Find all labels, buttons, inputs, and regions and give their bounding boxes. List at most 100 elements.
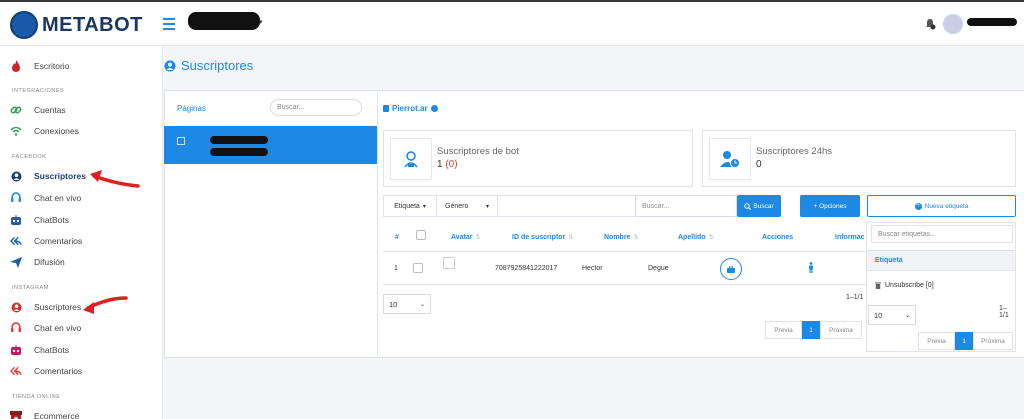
pagination-previous[interactable]: Previa [765,321,802,339]
sidebar-item-label: ChatBots [34,215,69,225]
tag-list-item[interactable]: Unsubscribe [0] [875,282,934,289]
sidebar-item-ig-chat[interactable]: Chat en vivo [10,320,81,336]
tag-pagination-next[interactable]: Próxima [973,332,1013,350]
section-tienda: TIENDA ONLINE [12,394,61,400]
tag-item-label: Unsubscribe [0] [885,282,934,289]
sidebar-item-ig-suscriptores[interactable]: Suscriptores [10,299,81,315]
page-header: Pierrot.ar [383,104,438,113]
page-size-value: 10 [389,299,398,309]
sidebar-item-label: Comentarios [34,236,83,246]
subscriber-actions-button[interactable] [720,258,742,280]
table-count: 1–1/1 [846,294,864,301]
column-header-informacion: Informac [835,234,865,241]
sidebar-item-fb-chat[interactable]: Chat en vivo [10,190,81,206]
search-button[interactable]: Buscar [737,195,781,217]
person-info-icon[interactable] [808,262,814,273]
caret-down-icon: ▾ [422,203,426,210]
tag-pagination-previous[interactable]: Previa [918,332,955,350]
sidebar-item-cuentas[interactable]: Cuentas [10,102,66,118]
pagination-next[interactable]: Próxima [820,321,862,339]
plus-circle-icon: + [914,202,922,210]
headset-icon [10,322,22,334]
annotation-arrow-icon [83,296,128,314]
top-bar: METABOT ▾ [0,0,1024,46]
chevron-down-icon: ⌄ [419,301,425,308]
user-circle-icon [10,170,22,182]
sort-icon: ⇅ [475,235,481,241]
sidebar-item-label: Cuentas [34,105,66,115]
page-name: Pierrot.ar [392,104,428,113]
reply-all-icon [10,235,22,247]
tag-pagination-page-1[interactable]: 1 [955,332,973,350]
tag-search-input[interactable] [871,225,1013,243]
column-header-label: Nombre [604,234,631,241]
menu-toggle-icon[interactable] [163,18,175,30]
sidebar-item-fb-suscriptores[interactable]: Suscriptores [10,168,86,184]
link-icon [10,104,22,116]
tag-filter-select[interactable]: Etiqueta ▾ [383,195,437,217]
sidebar-item-ecommerce[interactable]: Ecommerce [10,408,79,419]
sidebar-item-ig-comentarios[interactable]: Comentarios [10,363,82,379]
sidebar-item-label: Suscriptores [34,171,86,181]
sidebar: Escritorio INTEGRACIONES Cuentas Conexio… [0,46,163,419]
metabot-logo-icon [10,11,38,39]
page-title: Suscriptores [164,58,253,73]
facebook-icon [383,105,389,112]
column-header-acciones: Acciones [762,234,794,241]
table-row[interactable] [383,252,866,285]
section-instagram: INSTAGRAM [12,285,49,291]
tag-page-size-select[interactable]: 10 ⌄ [868,305,916,325]
account-dropdown-caret-icon[interactable]: ▾ [259,18,263,26]
redacted-page-name [210,136,268,144]
redacted-user-name[interactable] [967,18,1017,26]
tag-dropdown-panel: Etiqueta Unsubscribe [0] 10 ⌄ 1–1/1 Previ… [866,222,1016,352]
column-header-avatar[interactable]: Avatar ⇅ [451,234,481,241]
selected-page-row[interactable] [164,126,377,164]
select-all-checkbox[interactable] [416,230,426,240]
tag-filter-label: Etiqueta [394,202,420,210]
empty-filter-field[interactable] [497,195,636,217]
sidebar-item-fb-chatbots[interactable]: ChatBots [10,212,69,228]
options-button[interactable]: + Opciones [800,195,860,217]
pages-search-input[interactable] [270,99,362,116]
stat-bot-subscribers: Suscriptores de bot 1 (0) [383,130,693,187]
sidebar-item-conexiones[interactable]: Conexiones [10,123,79,139]
column-header-label: ID de suscriptor [512,234,566,241]
reply-all-icon [10,365,22,377]
column-header-apellido[interactable]: Apellido ⇅ [678,234,714,241]
robot-icon [10,214,22,226]
wifi-icon [10,125,22,137]
sidebar-item-escritorio[interactable]: Escritorio [10,58,69,74]
search-icon [744,202,752,210]
sidebar-item-fb-comentarios[interactable]: Comentarios [10,233,82,249]
column-header-label: Apellido [678,234,706,241]
page-size-select[interactable]: 10 ⌄ [383,294,431,314]
new-tag-button-label: Nueva etiqueta [924,202,969,210]
stat-label: Suscriptores 24hs [756,146,833,157]
sort-icon: ⇅ [633,235,639,241]
user-avatar[interactable] [943,14,963,34]
bot-user-icon [404,151,418,168]
stat-icon-box [390,138,432,180]
cell-nombre: Hector [582,265,603,272]
tag-page-size-value: 10 [874,310,883,320]
sidebar-item-fb-difusion[interactable]: Difusión [10,254,65,270]
new-tag-button[interactable]: + Nueva etiqueta [867,195,1016,217]
row-checkbox[interactable] [413,263,423,273]
subscriber-search-input[interactable] [635,195,737,217]
stat-icon-box [709,138,751,180]
column-header-nombre[interactable]: Nombre ⇅ [604,234,638,241]
sidebar-item-ig-chatbots[interactable]: ChatBots [10,342,69,358]
pages-panel: Páginas [164,90,378,358]
cell-number: 1 [394,265,398,272]
robot-icon [10,344,22,356]
gender-filter-select[interactable]: Género ▾ [436,195,498,217]
user-clock-icon [720,151,740,168]
store-icon [10,410,22,419]
sidebar-item-label: Suscriptores [34,302,82,312]
column-header-id[interactable]: ID de suscriptor ⇅ [512,234,573,241]
notification-bell-icon[interactable] [924,18,936,30]
column-header-number: # [395,234,399,241]
pagination-page-1[interactable]: 1 [802,321,820,339]
redacted-account-name[interactable] [188,12,260,30]
